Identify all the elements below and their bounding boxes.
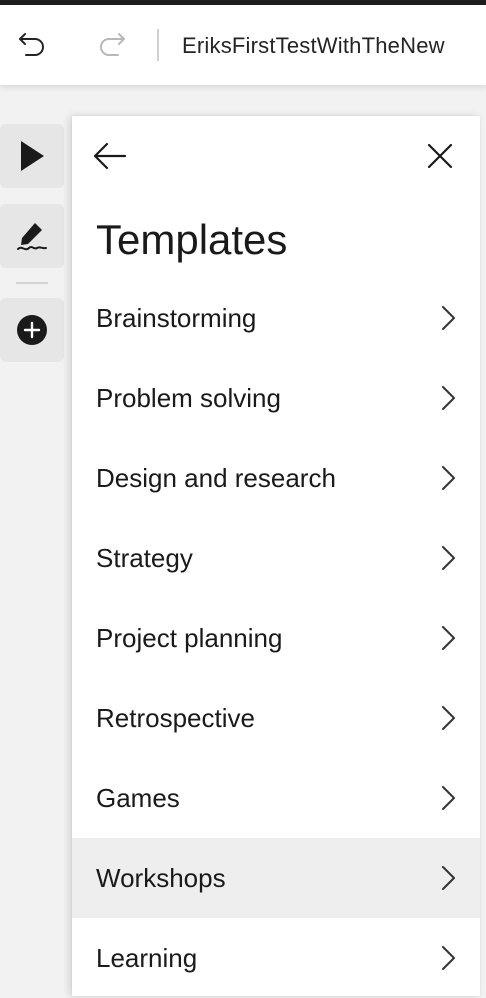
category-item-retrospective[interactable]: Retrospective: [72, 678, 480, 758]
chevron-right-icon: [442, 946, 455, 970]
undo-button[interactable]: [12, 25, 52, 65]
category-label: Games: [96, 783, 180, 813]
chevron-right-icon: [442, 306, 455, 330]
category-label: Project planning: [96, 623, 283, 653]
category-item-problem-solving[interactable]: Problem solving: [72, 358, 480, 438]
chevron-right-icon: [442, 866, 455, 890]
redo-icon: [100, 33, 125, 56]
category-label: Problem solving: [96, 383, 281, 413]
select-pointer-icon: [21, 141, 44, 171]
category-item-games[interactable]: Games: [72, 758, 480, 838]
category-item-strategy[interactable]: Strategy: [72, 518, 480, 598]
category-item-brainstorming[interactable]: Brainstorming: [72, 278, 480, 358]
redo-button[interactable]: [92, 25, 132, 65]
category-label: Strategy: [96, 543, 193, 573]
chevron-right-icon: [442, 706, 455, 730]
category-label: Learning: [96, 943, 198, 973]
select-tool-button[interactable]: [0, 124, 64, 188]
toolbar-separator: [16, 282, 48, 284]
title-divider: [157, 29, 159, 61]
category-item-project-planning[interactable]: Project planning: [72, 598, 480, 678]
category-label: Design and research: [96, 463, 336, 493]
chevron-right-icon: [442, 786, 455, 810]
chevron-right-icon: [442, 466, 455, 490]
category-label: Retrospective: [96, 703, 255, 733]
templates-category-list: Brainstorming Problem solving Design and…: [72, 278, 480, 998]
title-bar: EriksFirstTestWithTheNew: [0, 5, 486, 85]
category-item-design-and-research[interactable]: Design and research: [72, 438, 480, 518]
chevron-right-icon: [442, 626, 455, 650]
add-circle-icon: [17, 315, 47, 345]
ink-pen-icon: [17, 223, 47, 251]
close-button[interactable]: [420, 136, 460, 176]
panel-title: Templates: [96, 216, 288, 263]
arrow-left-icon: [93, 142, 127, 170]
back-button[interactable]: [90, 136, 130, 176]
category-label: Brainstorming: [96, 303, 257, 333]
undo-icon: [19, 33, 44, 56]
category-item-workshops[interactable]: Workshops: [72, 838, 480, 918]
chevron-right-icon: [442, 546, 455, 570]
templates-panel: Templates Brainstorming Problem solving …: [72, 116, 480, 996]
document-title[interactable]: EriksFirstTestWithTheNew: [182, 31, 445, 61]
chevron-right-icon: [442, 386, 455, 410]
add-button[interactable]: [0, 298, 64, 362]
ink-tool-button[interactable]: [0, 204, 64, 268]
category-label: Workshops: [96, 863, 226, 893]
close-icon: [427, 143, 453, 169]
category-item-learning[interactable]: Learning: [72, 918, 480, 998]
